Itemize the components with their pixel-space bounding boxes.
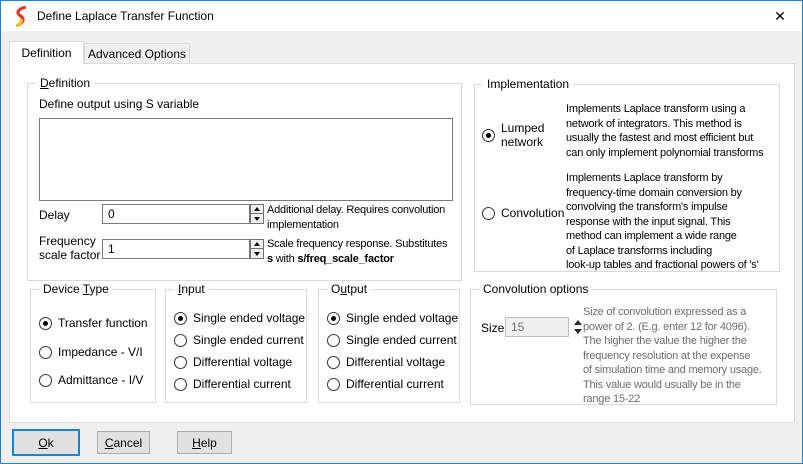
delay-spinner [250, 204, 264, 224]
size-spinner [573, 318, 583, 336]
radio-icon [327, 378, 340, 391]
ok-button[interactable]: Ok [12, 429, 80, 456]
output-group: Output Single ended voltage Single ended… [318, 289, 460, 403]
radio-icon [327, 334, 340, 347]
delay-description: Additional delay. Requires convolution i… [267, 203, 445, 232]
radio-icon [482, 207, 495, 220]
freq-spin-down-icon[interactable] [250, 249, 264, 259]
delay-label: Delay [39, 208, 70, 222]
radio-icon [174, 378, 187, 391]
radio-output-se-current[interactable]: Single ended current [327, 333, 457, 347]
freq-scale-description: Scale frequency response. Substitutes s … [267, 237, 447, 266]
radio-output-diff-current[interactable]: Differential current [327, 377, 444, 391]
convolution-options-group-label: Convolution options [479, 282, 592, 296]
cancel-button[interactable]: Cancel [97, 431, 150, 454]
implementation-group: Implementation Lumped network Implements… [474, 84, 780, 272]
radio-icon [327, 356, 340, 369]
tab-advanced-options[interactable]: Advanced Options [84, 43, 190, 63]
radio-icon [174, 312, 187, 325]
radio-input-se-current[interactable]: Single ended current [174, 333, 304, 347]
lumped-description: Implements Laplace transform using a net… [566, 102, 763, 160]
radio-output-se-voltage[interactable]: Single ended voltage [327, 311, 458, 325]
s-variable-label: Define output using S variable [39, 97, 199, 111]
delay-input[interactable] [102, 204, 250, 224]
simetrix-logo-icon [12, 6, 28, 27]
radio-icon [39, 317, 52, 330]
delay-spin-down-icon[interactable] [250, 214, 264, 224]
convolution-description: Implements Laplace transform by frequenc… [566, 171, 759, 273]
freq-spin-up-icon[interactable] [250, 239, 264, 249]
freq-scale-input[interactable] [102, 239, 250, 259]
radio-transfer-function[interactable]: Transfer function [39, 316, 148, 330]
freq-scale-label: Frequency scale factor [39, 234, 100, 262]
input-group: Input Single ended voltage Single ended … [165, 289, 307, 403]
radio-icon [327, 312, 340, 325]
convolution-label: Convolution [501, 206, 564, 220]
radio-input-se-voltage[interactable]: Single ended voltage [174, 311, 305, 325]
radio-admittance[interactable]: Admittance - I/V [39, 373, 143, 387]
window-title: Define Laplace Transfer Function [37, 9, 214, 23]
size-spin-up-icon [574, 320, 582, 325]
implementation-group-label: Implementation [483, 77, 573, 91]
radio-lumped-network[interactable]: Lumped network [482, 121, 563, 149]
device-type-group-label: Device Type [39, 282, 113, 296]
title-bar: Define Laplace Transfer Function ✕ [1, 1, 802, 31]
radio-icon [482, 129, 495, 142]
help-button[interactable]: Help [177, 431, 232, 454]
definition-group-label: Definition [36, 76, 94, 90]
definition-tab-page: Definition Define output using S variabl… [9, 63, 795, 423]
radio-input-diff-voltage[interactable]: Differential voltage [174, 355, 292, 369]
output-group-label: Output [327, 282, 371, 296]
size-label: Size [481, 321, 504, 335]
delay-spin-up-icon[interactable] [250, 204, 264, 214]
radio-icon [39, 346, 52, 359]
laplace-dialog: Define Laplace Transfer Function ✕ Defin… [0, 0, 803, 464]
size-input [505, 317, 569, 337]
radio-input-diff-current[interactable]: Differential current [174, 377, 291, 391]
radio-icon [174, 356, 187, 369]
lumped-network-label: Lumped network [501, 121, 563, 149]
radio-icon [174, 334, 187, 347]
definition-group: Definition Define output using S variabl… [27, 83, 462, 281]
close-icon[interactable]: ✕ [758, 1, 802, 31]
radio-icon [39, 374, 52, 387]
size-spin-down-icon [574, 329, 582, 334]
device-type-group: Device Type Transfer function Impedance … [30, 289, 156, 403]
radio-convolution[interactable]: Convolution [482, 206, 564, 220]
size-description: Size of convolution expressed as a power… [583, 305, 762, 407]
freq-scale-spinner [250, 239, 264, 259]
radio-output-diff-voltage[interactable]: Differential voltage [327, 355, 445, 369]
convolution-options-group: Convolution options Size Size of convolu… [470, 289, 777, 405]
s-expression-editor[interactable] [39, 118, 453, 201]
radio-impedance[interactable]: Impedance - V/I [39, 345, 143, 359]
tab-definition[interactable]: Definition [9, 41, 84, 64]
input-group-label: Input [174, 282, 209, 296]
